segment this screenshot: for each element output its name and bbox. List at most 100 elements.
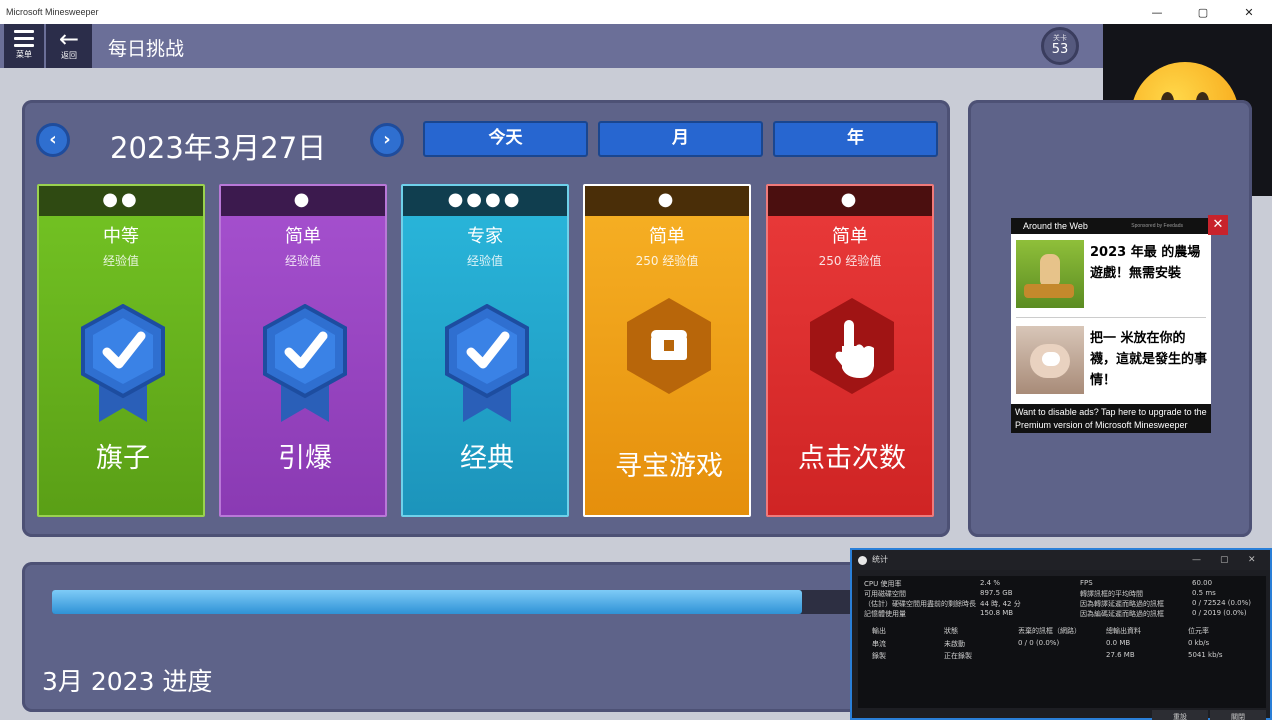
tap-hand-icon (810, 298, 894, 394)
table-cell: 27.6 MB (1106, 651, 1135, 659)
ad-banner[interactable]: Around the Web Sponsored by Feedads 2023… (1011, 218, 1211, 433)
ad-close-icon[interactable]: ✕ (1208, 215, 1228, 235)
ad-item-text: 2023 年最 的農場遊戲！無需安裝 (1090, 245, 1201, 281)
current-date: 2023年3月27日 (110, 131, 327, 165)
stat-label: FPS (1080, 579, 1093, 587)
stat-label: 轉譯訊框的平均時間 (1080, 590, 1143, 598)
table-cell: 正在錄製 (944, 652, 972, 660)
table-header: 丟棄的訊框（網路） (1018, 627, 1081, 635)
tab-today[interactable]: 今天 (423, 121, 588, 157)
maximize-button[interactable]: ▢ (1180, 0, 1226, 24)
farm-game-thumbnail (1016, 240, 1084, 308)
stat-label: 因為轉譯延遲而略過的訊框 (1080, 600, 1164, 608)
window-title: Microsoft Minesweeper (6, 7, 99, 17)
table-cell: 0.0 MB (1106, 639, 1131, 647)
stat-label: CPU 使用率 (864, 580, 902, 588)
back-arrow-icon: ← (58, 25, 80, 53)
challenge-card-detonate[interactable]: ● 简单 经验值 引爆 (219, 184, 387, 517)
difficulty-dots: ●●●● (403, 186, 567, 216)
stats-close-text-button[interactable]: 關閉 (1210, 710, 1266, 720)
challenge-name: 经典 (460, 443, 514, 474)
stats-body: CPU 使用率 2.4 % 可用磁碟空間 897.5 GB （估計）硬碟空間用盡… (858, 576, 1266, 720)
ad-upgrade-link[interactable]: Want to disable ads? Tap here to upgrade… (1011, 404, 1211, 433)
tab-year[interactable]: 年 (773, 121, 938, 157)
next-date-button[interactable]: › (370, 123, 404, 157)
table-header: 位元率 (1188, 627, 1209, 635)
stat-value: 150.8 MB (980, 609, 1014, 617)
stats-title: 统计 (872, 555, 888, 564)
ad-item-text: 把一 米放在你的襪，這就是發生的事情！ (1090, 331, 1208, 388)
difficulty-label: 中等 (103, 226, 139, 247)
difficulty-label: 简单 (649, 226, 685, 247)
xp-label: 250 经验值 (635, 254, 699, 268)
close-button[interactable]: ✕ (1226, 0, 1272, 24)
completed-check-badge-icon (81, 304, 165, 422)
difficulty-label: 专家 (467, 226, 503, 247)
stat-value: 44 時, 42 分 (980, 600, 1021, 608)
table-header: 狀態 (944, 627, 958, 635)
stats-titlebar: 统计 — ▢ ✕ (852, 550, 1270, 570)
difficulty-label: 简单 (832, 226, 868, 247)
page-title: 每日挑战 (108, 38, 185, 60)
level-number: 53 (1051, 42, 1069, 57)
challenge-name: 寻宝游戏 (615, 451, 723, 482)
ad-sponsor: Sponsored by Feedads (1131, 223, 1183, 229)
stat-value: 2.4 % (980, 579, 1001, 587)
completed-check-badge-icon (263, 304, 347, 422)
stat-value: 0 / 2019 (0.0%) (1192, 609, 1247, 617)
difficulty-dots: ●● (39, 186, 203, 216)
ad-heading: Around the Web Sponsored by Feedads (1011, 218, 1211, 234)
obs-logo-icon (858, 556, 867, 565)
hamburger-icon (14, 30, 34, 47)
reset-button[interactable]: 重設 (1152, 710, 1208, 720)
stats-window[interactable]: 统计 — ▢ ✕ CPU 使用率 2.4 % 可用磁碟空間 897.5 GB （… (850, 548, 1272, 720)
ad-item[interactable]: 把一 米放在你的襪，這就是發生的事情！ (1016, 320, 1208, 404)
difficulty-dots: ● (221, 186, 385, 216)
challenge-card-clicks[interactable]: ● 简单 250 经验值 点击次数 (766, 184, 934, 517)
stat-value: 897.5 GB (980, 589, 1013, 597)
progress-fill (52, 590, 802, 614)
progress-label: 3月 2023 进度 (42, 667, 213, 696)
challenge-card-classic[interactable]: ●●●● 专家 经验值 经典 (401, 184, 569, 517)
stats-maximize-button[interactable]: ▢ (1220, 550, 1229, 570)
back-label: 返回 (61, 51, 77, 60)
table-cell: 錄製 (872, 652, 886, 660)
treasure-chest-icon (627, 298, 711, 394)
menu-button[interactable]: 菜单 (4, 24, 44, 68)
rice-hand-thumbnail (1016, 326, 1084, 394)
chevron-right-icon: › (383, 129, 391, 150)
minimize-button[interactable]: — (1134, 0, 1180, 24)
chevron-left-icon: ‹ (49, 129, 57, 150)
tab-month[interactable]: 月 (598, 121, 763, 157)
table-cell: 未啟動 (944, 640, 965, 648)
challenge-name: 引爆 (278, 443, 332, 474)
table-cell: 0 / 0 (0.0%) (1018, 639, 1060, 647)
app-header (0, 24, 1272, 68)
difficulty-dots: ● (585, 186, 749, 216)
xp-label: 经验值 (466, 254, 503, 268)
stats-close-button[interactable]: ✕ (1248, 550, 1256, 570)
table-cell: 0 kb/s (1188, 639, 1210, 647)
prev-date-button[interactable]: ‹ (36, 123, 70, 157)
completed-check-badge-icon (445, 304, 529, 422)
table-header: 輸出 (872, 627, 886, 635)
challenge-card-treasure-hunt[interactable]: ● 简单 250 经验值 寻宝游戏 (583, 184, 751, 517)
difficulty-label: 简单 (285, 226, 321, 247)
ad-item[interactable]: 2023 年最 的農場遊戲！無需安裝 (1016, 234, 1206, 318)
stat-label: 因為編碼延遲而略過的訊框 (1080, 610, 1164, 618)
stats-minimize-button[interactable]: — (1192, 550, 1201, 570)
challenge-card-flags[interactable]: ●● 中等 经验值 旗子 (37, 184, 205, 517)
stat-value: 0.5 ms (1192, 589, 1216, 597)
back-button[interactable]: ← 返回 (46, 24, 92, 68)
stat-value: 60.00 (1192, 579, 1213, 587)
xp-label: 经验值 (284, 254, 321, 268)
level-label: 关卡 (1053, 34, 1067, 42)
table-cell: 5041 kb/s (1188, 651, 1223, 659)
level-badge[interactable]: 关卡 53 (1041, 27, 1079, 65)
challenge-name: 旗子 (96, 443, 150, 474)
xp-label: 经验值 (102, 254, 139, 268)
stat-value: 0 / 72524 (0.0%) (1192, 599, 1252, 607)
challenge-name: 点击次数 (798, 443, 906, 474)
stat-label: 可用磁碟空間 (864, 590, 906, 598)
stat-label: （估計）硬碟空間用盡前的剩餘時長 (864, 600, 976, 608)
